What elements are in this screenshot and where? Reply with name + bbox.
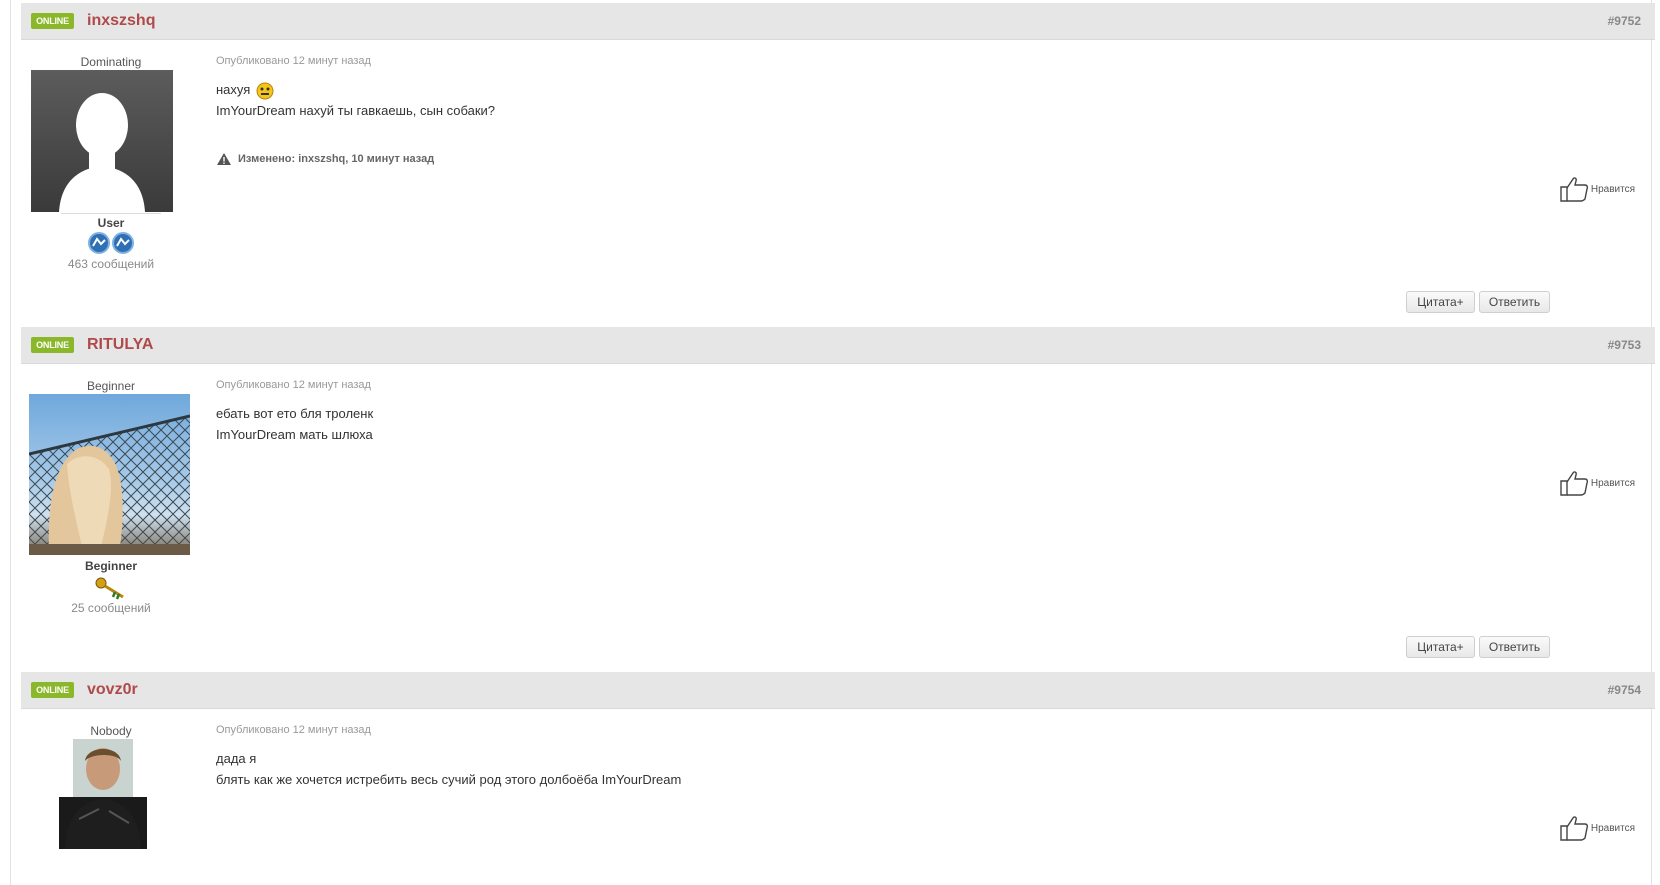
post-author-username[interactable]: inxszshq bbox=[87, 11, 155, 31]
post-message: дада я блять как же хочется истребить ве… bbox=[216, 748, 681, 790]
post-number-link[interactable]: #9752 bbox=[1608, 13, 1641, 29]
message-line: нахуя bbox=[216, 79, 495, 100]
post: ONLINE inxszshq #9752 Dominating User 46… bbox=[21, 3, 1655, 323]
thumbs-up-icon bbox=[1560, 471, 1588, 496]
like-label: Нравится bbox=[1590, 477, 1635, 489]
message-line: дада я bbox=[216, 751, 257, 766]
post-message: нахуя ImYourDream нахуй ты гавкаешь, сын… bbox=[216, 79, 495, 121]
online-badge: ONLINE bbox=[31, 337, 74, 353]
post-header: ONLINE inxszshq #9752 bbox=[21, 3, 1655, 40]
message-line-text: нахуя bbox=[216, 82, 251, 97]
post-date: Опубликовано 12 минут назад bbox=[216, 724, 371, 736]
warning-icon bbox=[217, 153, 231, 165]
edited-notice-text: Изменено: inxszshq, 10 минут назад bbox=[238, 153, 435, 165]
like-button[interactable]: Нравится bbox=[1559, 469, 1635, 497]
post-body: Опубликовано 12 минут назад ебать вот ет… bbox=[21, 363, 1655, 663]
message-line: ImYourDream нахуй ты гавкаешь, сын собак… bbox=[216, 103, 496, 118]
reply-button[interactable]: Ответить bbox=[1479, 291, 1550, 313]
quote-button[interactable]: Цитата+ bbox=[1406, 291, 1475, 313]
post-date: Опубликовано 12 минут назад bbox=[216, 379, 371, 391]
post: ONLINE RITULYA #9753 Beginner Beginner 2… bbox=[21, 327, 1655, 667]
post: ONLINE vovz0r #9754 Nobody Опубликовано … bbox=[21, 672, 1655, 885]
post-date: Опубликовано 12 минут назад bbox=[216, 55, 371, 67]
message-line: ебать вот ето бля троленк bbox=[216, 406, 374, 421]
post-author-username[interactable]: vovz0r bbox=[87, 680, 138, 700]
post-number-link[interactable]: #9753 bbox=[1608, 337, 1641, 353]
page-left-border bbox=[10, 0, 11, 885]
thumbs-up-icon bbox=[1560, 816, 1588, 841]
online-badge: ONLINE bbox=[31, 13, 74, 29]
edited-notice: Изменено: inxszshq, 10 минут назад bbox=[216, 152, 434, 166]
thumbs-up-icon bbox=[1560, 177, 1588, 202]
post-header: ONLINE vovz0r #9754 bbox=[21, 672, 1655, 709]
message-line: блять как же хочется истребить весь сучи… bbox=[216, 772, 682, 787]
quote-button[interactable]: Цитата+ bbox=[1406, 636, 1475, 658]
post-header: ONLINE RITULYA #9753 bbox=[21, 327, 1655, 364]
like-button[interactable]: Нравится bbox=[1559, 175, 1635, 203]
message-line: ImYourDream мать шлюха bbox=[216, 427, 373, 442]
like-button[interactable]: Нравится bbox=[1559, 814, 1635, 842]
reply-button[interactable]: Ответить bbox=[1479, 636, 1550, 658]
post-message: ебать вот ето бля троленк ImYourDream ма… bbox=[216, 403, 373, 445]
post-number-link[interactable]: #9754 bbox=[1608, 682, 1641, 698]
post-body: Опубликовано 12 минут назад нахуя ImYour… bbox=[21, 39, 1655, 319]
online-badge: ONLINE bbox=[31, 682, 74, 698]
post-author-username[interactable]: RITULYA bbox=[87, 335, 153, 355]
like-label: Нравится bbox=[1590, 822, 1635, 834]
like-label: Нравится bbox=[1590, 183, 1635, 195]
post-body: Опубликовано 12 минут назад дада я блять… bbox=[21, 708, 1655, 885]
smiley-emoticon-icon bbox=[256, 82, 274, 100]
